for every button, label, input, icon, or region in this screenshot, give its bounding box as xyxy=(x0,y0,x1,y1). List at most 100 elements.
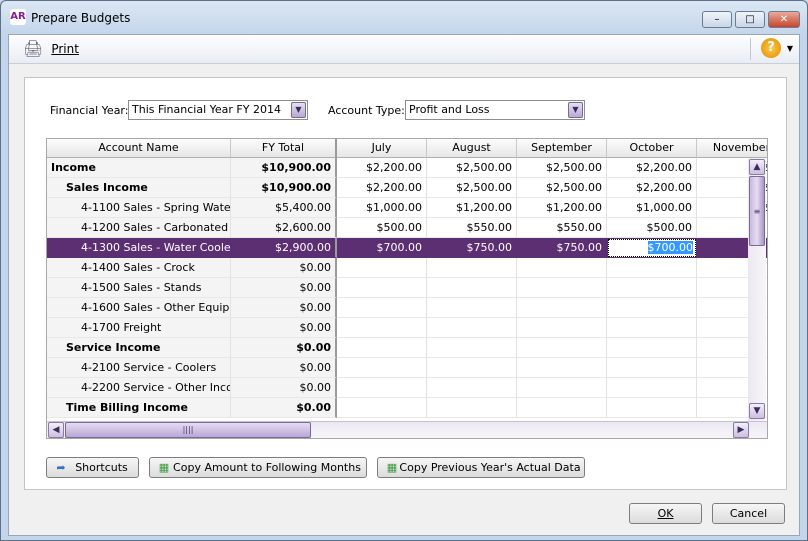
close-button[interactable]: ✕ xyxy=(768,11,800,28)
month-cell[interactable] xyxy=(607,338,697,358)
table-row[interactable]: 4-1400 Sales - Crock $0.00 xyxy=(47,258,767,278)
month-cell[interactable] xyxy=(337,278,427,298)
month-cell[interactable]: $2,500.00 xyxy=(427,178,517,198)
month-cell[interactable]: $2,500.00 xyxy=(517,158,607,178)
table-row[interactable]: 4-1500 Sales - Stands $0.00 xyxy=(47,278,767,298)
column-header[interactable]: September xyxy=(517,139,607,158)
month-cell[interactable] xyxy=(427,258,517,278)
financial-year-value: This Financial Year FY 2014 xyxy=(132,103,281,116)
month-cell[interactable] xyxy=(517,298,607,318)
edit-cell-input[interactable]: $700.00 xyxy=(608,239,696,257)
table-row[interactable]: Sales Income $10,900.00 $2,200.00 $2,500.00… xyxy=(47,178,767,198)
help-icon[interactable]: ? xyxy=(761,38,781,58)
fy-total-cell: $0.00 xyxy=(231,258,337,278)
month-cell[interactable] xyxy=(427,278,517,298)
month-cell[interactable] xyxy=(427,338,517,358)
month-cell[interactable] xyxy=(337,258,427,278)
chevron-down-icon[interactable]: ▼ xyxy=(568,102,583,118)
copy-to-following-months-button[interactable]: ▦ Copy Amount to Following Months xyxy=(149,457,367,478)
horizontal-scroll-thumb[interactable]: |||| xyxy=(65,422,311,438)
table-row[interactable]: Time Billing Income $0.00 xyxy=(47,398,767,418)
table-row[interactable]: 4-1700 Freight $0.00 xyxy=(47,318,767,338)
month-cell[interactable] xyxy=(337,318,427,338)
month-cell[interactable] xyxy=(517,318,607,338)
vertical-scroll-thumb[interactable]: ≡ xyxy=(749,176,765,246)
month-cell[interactable] xyxy=(607,278,697,298)
scroll-up-icon[interactable]: ▲ xyxy=(749,159,765,175)
fy-total-cell: $0.00 xyxy=(231,358,337,378)
month-cell[interactable] xyxy=(337,358,427,378)
copy-previous-label: Copy Previous Year's Actual Data xyxy=(399,461,581,474)
month-cell[interactable]: $2,200.00 xyxy=(337,158,427,178)
month-cell[interactable]: $2,200.00 xyxy=(607,178,697,198)
table-row[interactable]: 4-1200 Sales - Carbonated Wa$2,600.00$50… xyxy=(47,218,767,238)
table-row[interactable]: 4-2200 Service - Other Income$0.00 xyxy=(47,378,767,398)
column-header[interactable]: October xyxy=(607,139,697,158)
table-row[interactable]: Income $10,900.00 $2,200.00 $2,500.00 $2,500… xyxy=(47,158,767,178)
column-header[interactable]: November xyxy=(697,139,767,158)
month-cell[interactable] xyxy=(427,298,517,318)
minimize-button[interactable]: – xyxy=(702,11,732,28)
print-button[interactable]: 🖨 Print xyxy=(23,39,79,58)
month-cell[interactable]: $550.00 xyxy=(427,218,517,238)
month-cell[interactable] xyxy=(427,398,517,418)
shortcuts-button[interactable]: ➦ Shortcuts xyxy=(46,457,139,478)
month-cell[interactable]: $700.00 xyxy=(337,238,427,258)
ok-button[interactable]: OK xyxy=(629,503,702,524)
table-row[interactable]: 4-1600 Sales - Other Equip $0.00 xyxy=(47,298,767,318)
month-cell[interactable] xyxy=(607,298,697,318)
chevron-down-icon[interactable]: ▼ xyxy=(291,102,306,118)
column-header[interactable]: FY Total xyxy=(231,139,337,158)
table-row[interactable]: 4-1300 Sales - Water Cooler $2,900.00 $700… xyxy=(47,238,767,258)
month-cell[interactable]: $2,200.00 xyxy=(337,178,427,198)
month-cell[interactable]: $500.00 xyxy=(607,218,697,238)
month-cell[interactable] xyxy=(517,378,607,398)
table-row[interactable]: Service Income $0.00 xyxy=(47,338,767,358)
month-cell[interactable] xyxy=(517,338,607,358)
help-dropdown-icon[interactable]: ▼ xyxy=(787,44,793,53)
month-cell[interactable]: $2,500.00 xyxy=(517,178,607,198)
column-header[interactable]: Account Name xyxy=(47,139,231,158)
column-header[interactable]: July xyxy=(337,139,427,158)
month-cell[interactable] xyxy=(427,378,517,398)
month-cell[interactable] xyxy=(607,378,697,398)
month-cell[interactable] xyxy=(517,278,607,298)
month-cell[interactable]: $750.00 xyxy=(427,238,517,258)
scroll-right-icon[interactable]: ▶ xyxy=(733,422,749,438)
table-row[interactable]: 4-2100 Service - Coolers $0.00 xyxy=(47,358,767,378)
month-cell[interactable]: $2,200.00 xyxy=(607,158,697,178)
month-cell[interactable]: $500.00 xyxy=(337,218,427,238)
month-cell[interactable]: $1,200.00 xyxy=(517,198,607,218)
maximize-button[interactable]: □ xyxy=(735,11,765,28)
month-cell[interactable] xyxy=(607,358,697,378)
month-cell[interactable] xyxy=(517,258,607,278)
cancel-button[interactable]: Cancel xyxy=(712,503,785,524)
scroll-left-icon[interactable]: ◀ xyxy=(48,422,64,438)
print-label: Print xyxy=(51,41,79,56)
month-cell[interactable] xyxy=(517,398,607,418)
month-cell[interactable] xyxy=(607,258,697,278)
month-cell[interactable]: $1,000.00 xyxy=(607,198,697,218)
vertical-scrollbar[interactable]: ▲ ≡ ▼ xyxy=(748,158,766,421)
scroll-down-icon[interactable]: ▼ xyxy=(749,403,765,419)
month-cell[interactable] xyxy=(607,398,697,418)
column-header[interactable]: August xyxy=(427,139,517,158)
horizontal-scrollbar[interactable]: ◀ |||| ▶ xyxy=(47,421,767,438)
month-cell[interactable]: $1,200.00 xyxy=(427,198,517,218)
month-cell[interactable]: $750.00 xyxy=(517,238,607,258)
month-cell[interactable] xyxy=(337,398,427,418)
month-cell[interactable] xyxy=(337,338,427,358)
month-cell[interactable]: $1,000.00 xyxy=(337,198,427,218)
table-row[interactable]: 4-1100 Sales - Spring Water $5,400.00 $1,0… xyxy=(47,198,767,218)
month-cell[interactable] xyxy=(517,358,607,378)
month-cell[interactable]: $2,500.00 xyxy=(427,158,517,178)
month-cell[interactable] xyxy=(427,358,517,378)
copy-previous-year-button[interactable]: ▦ Copy Previous Year's Actual Data xyxy=(377,457,585,478)
financial-year-select[interactable]: This Financial Year FY 2014 ▼ xyxy=(128,100,308,120)
month-cell[interactable] xyxy=(427,318,517,338)
month-cell[interactable] xyxy=(607,318,697,338)
month-cell[interactable]: $550.00 xyxy=(517,218,607,238)
month-cell[interactable] xyxy=(337,298,427,318)
account-type-select[interactable]: Profit and Loss ▼ xyxy=(405,100,585,120)
month-cell[interactable] xyxy=(337,378,427,398)
